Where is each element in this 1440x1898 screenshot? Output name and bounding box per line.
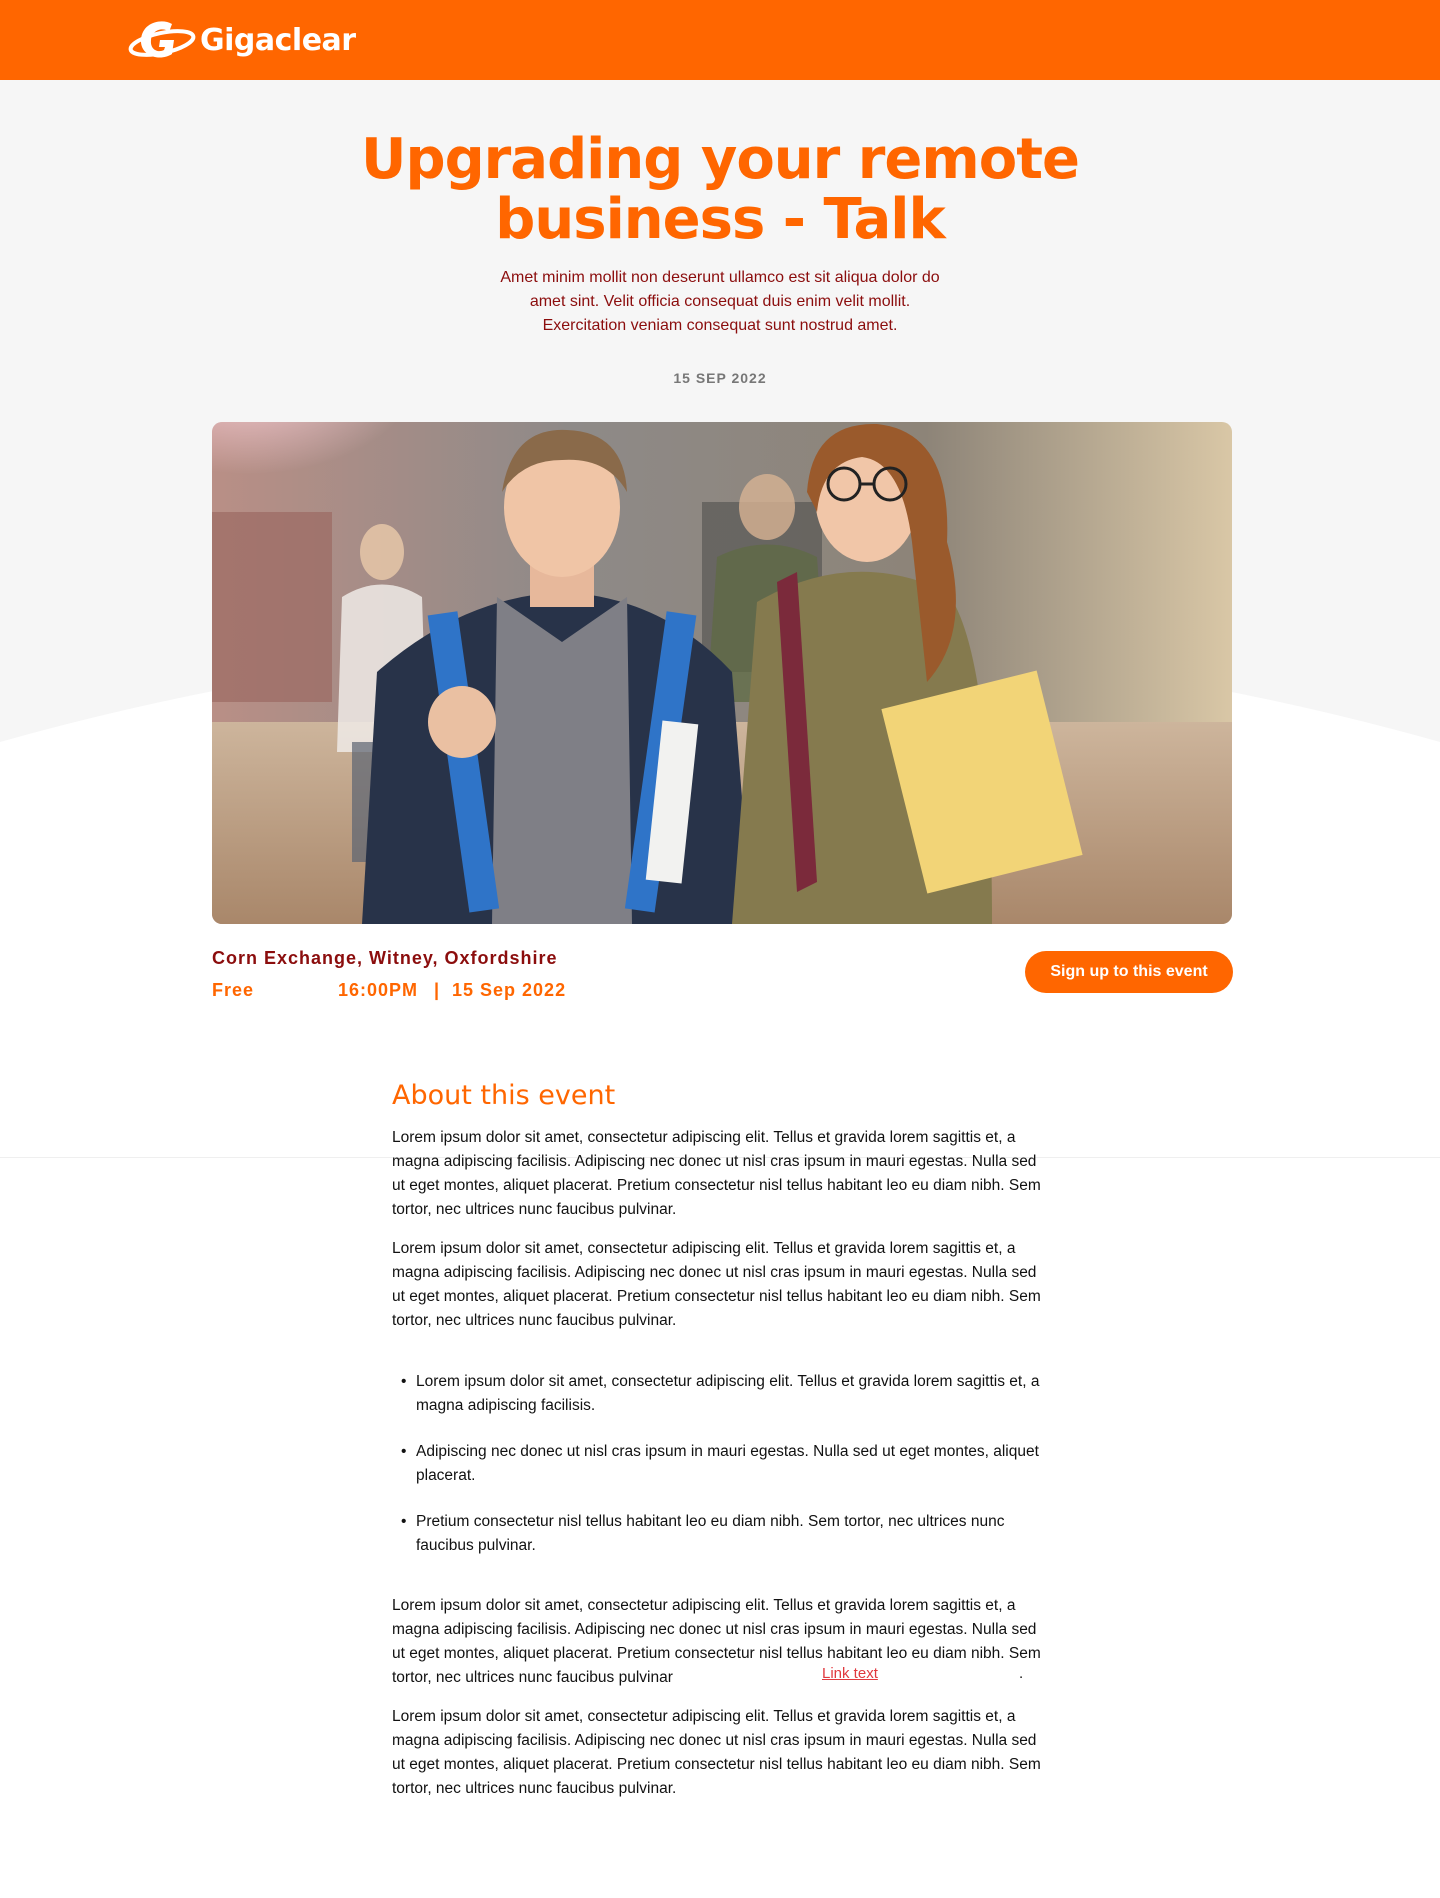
event-hero-image <box>212 422 1232 924</box>
logo-mark-icon <box>128 21 196 58</box>
event-date: 15 Sep 2022 <box>452 980 567 1000</box>
event-price: Free <box>212 980 255 1000</box>
trailing-period: . <box>1019 1665 1024 1682</box>
site-header: Gigaclear <box>0 0 1440 80</box>
logo-text: Gigaclear <box>200 22 356 58</box>
signup-button[interactable]: Sign up to this event <box>1025 951 1233 993</box>
about-section: About this event Lorem ipsum dolor sit a… <box>392 1078 1052 1816</box>
event-venue: Corn Exchange, Witney, Oxfordshire <box>212 948 558 968</box>
inline-link[interactable]: Link text <box>822 1662 878 1686</box>
event-time: 16:00PM <box>338 980 419 1000</box>
list-item: Adipiscing nec donec ut nisl cras ipsum … <box>392 1440 1052 1488</box>
gigaclear-logo[interactable]: Gigaclear <box>128 16 356 64</box>
about-paragraph: Lorem ipsum dolor sit amet, consectetur … <box>392 1240 1041 1329</box>
list-item: Lorem ipsum dolor sit amet, consectetur … <box>392 1370 1052 1418</box>
about-list: Lorem ipsum dolor sit amet, consectetur … <box>392 1370 1052 1558</box>
about-paragraph: Lorem ipsum dolor sit amet, consectetur … <box>392 1129 1041 1218</box>
page-title: Upgrading your remote business - Talk <box>361 127 1080 252</box>
event-intro: Amet minim mollit non deserunt ullamco e… <box>500 269 940 334</box>
about-paragraph: Lorem ipsum dolor sit amet, consectetur … <box>392 1597 1041 1686</box>
about-paragraph: Lorem ipsum dolor sit amet, consectetur … <box>392 1708 1041 1797</box>
about-heading: About this event <box>392 1080 616 1111</box>
event-date-label: 15 SEP 2022 <box>673 370 767 386</box>
students-photo <box>212 422 1232 924</box>
list-item: Pretium consectetur nisl tellus habitant… <box>392 1510 1052 1558</box>
meta-separator: | <box>434 980 441 1000</box>
